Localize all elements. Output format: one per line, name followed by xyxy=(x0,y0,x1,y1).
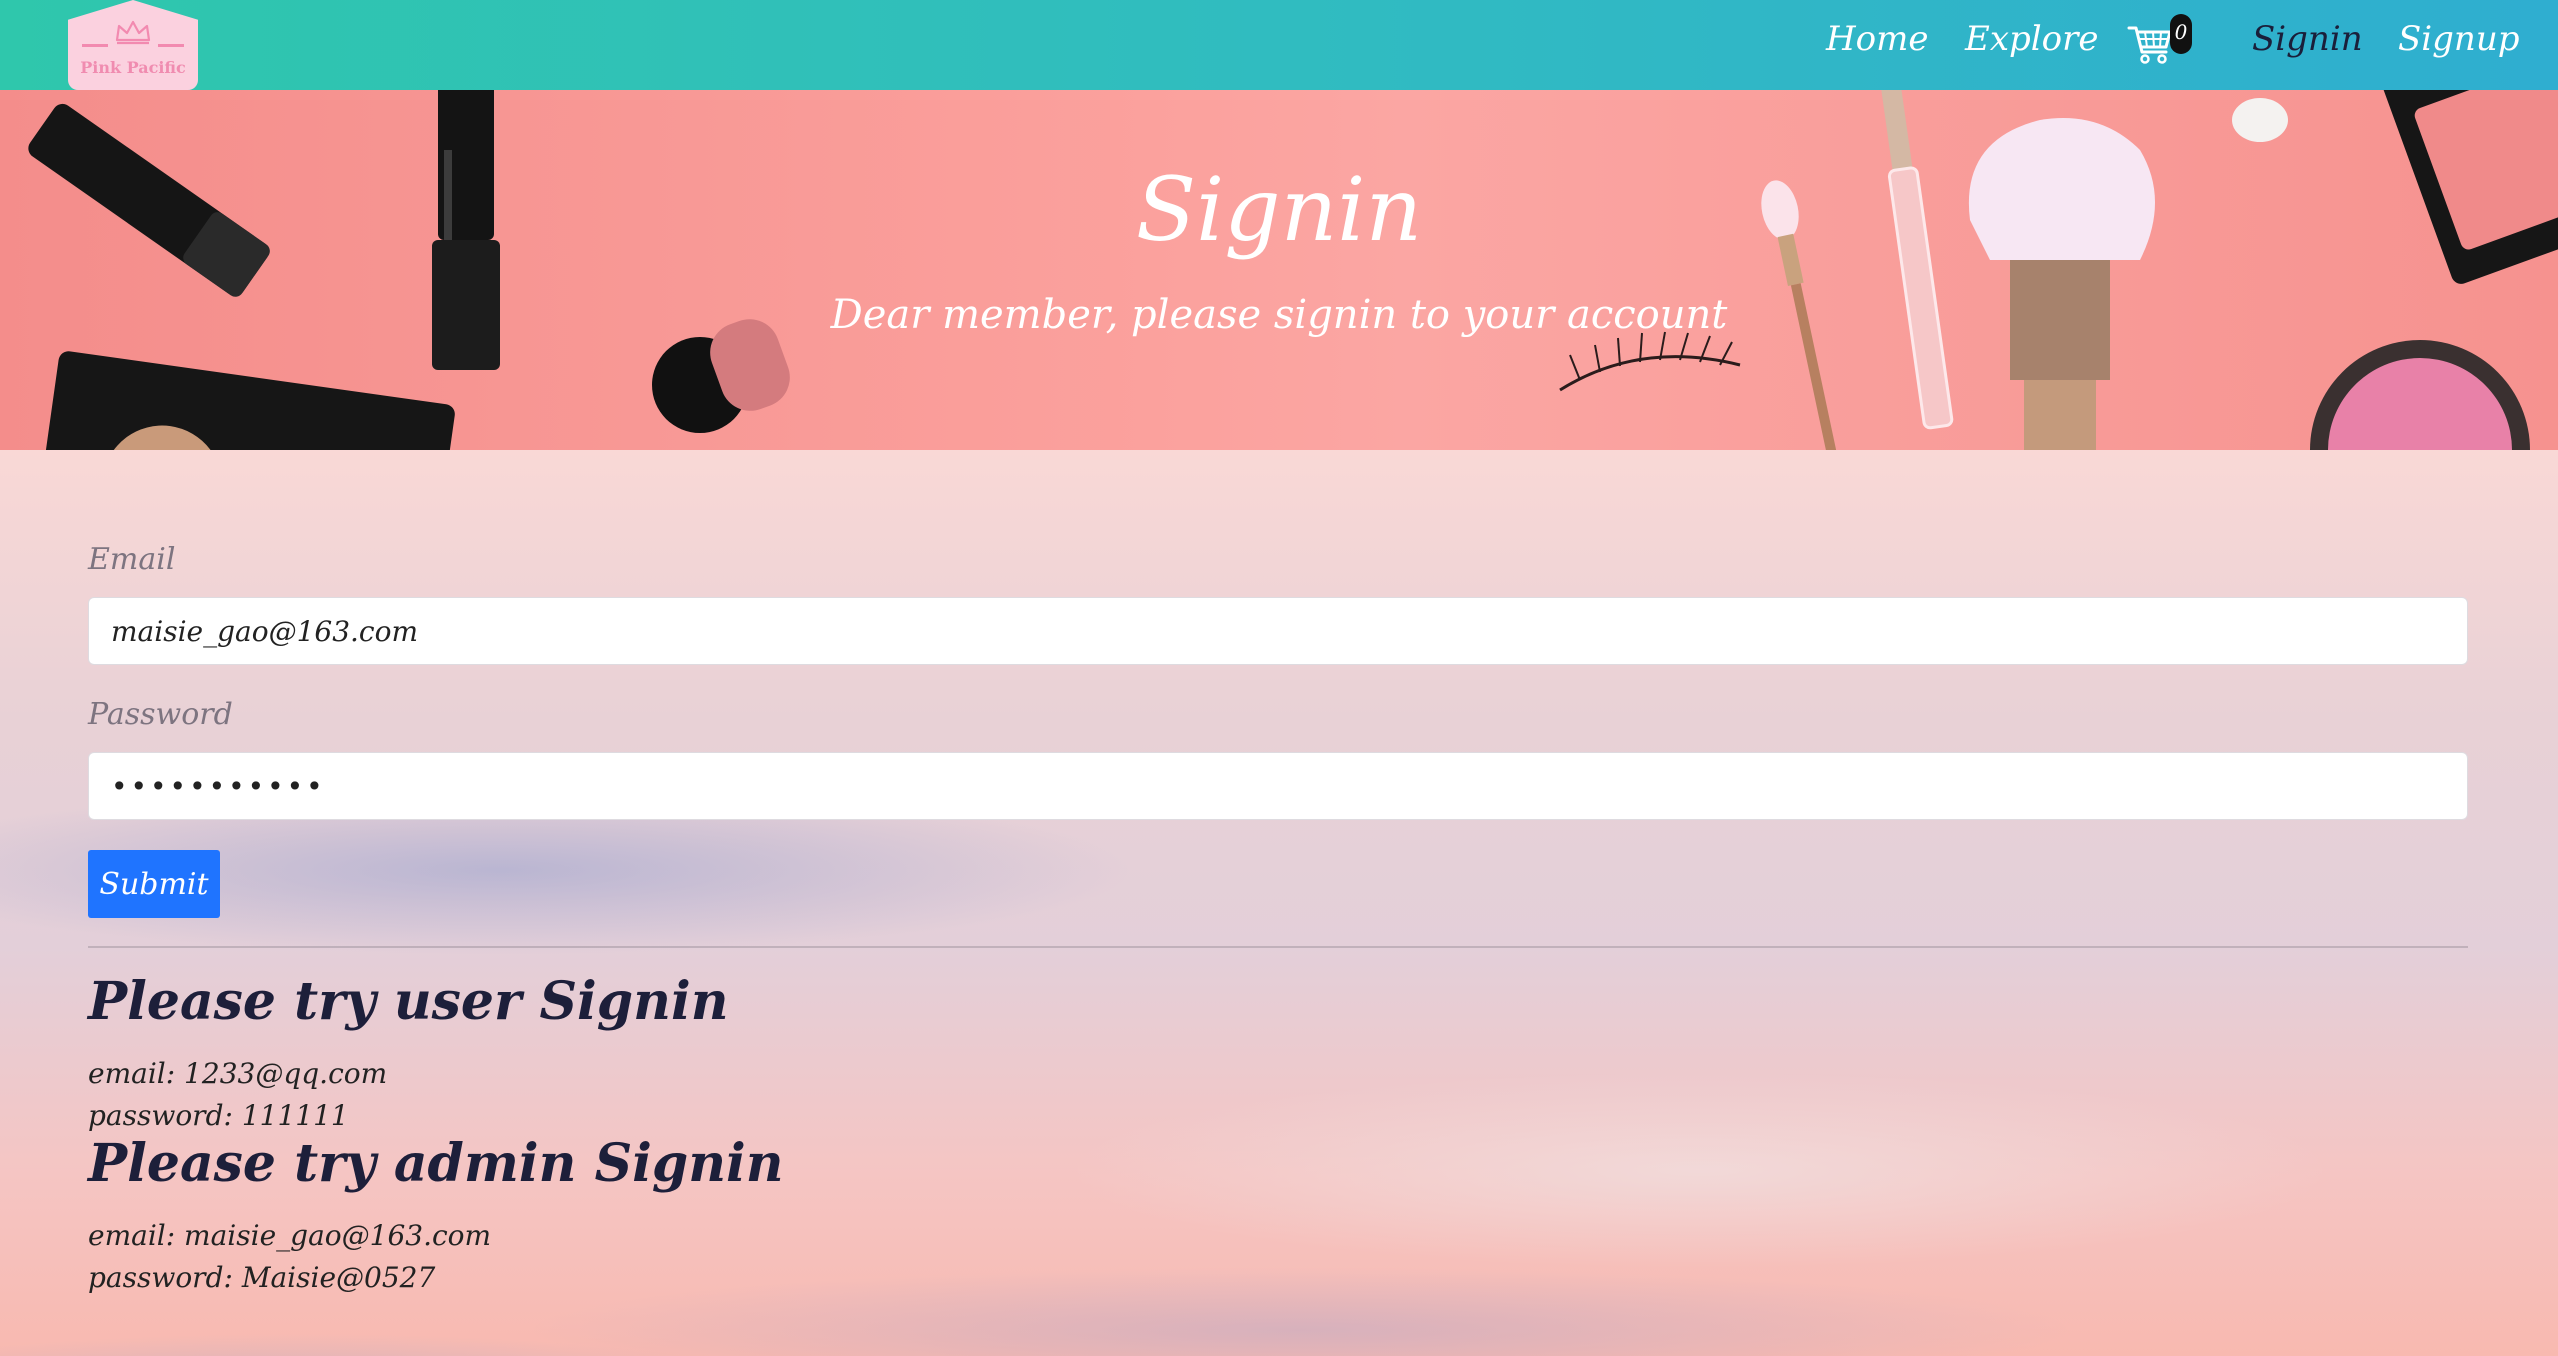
password-input[interactable] xyxy=(88,752,2468,820)
submit-button[interactable]: Submit xyxy=(88,850,220,918)
crown-icon xyxy=(115,20,151,45)
cart-count-badge: 0 xyxy=(2170,14,2192,54)
cart-icon xyxy=(2127,26,2172,64)
cosmetics-decoration xyxy=(28,90,2558,450)
admin-signin-heading: Please try admin Signin xyxy=(88,1133,784,1194)
email-input[interactable] xyxy=(88,597,2468,665)
brand-logo[interactable]: Pink Pacific xyxy=(68,0,198,90)
admin-password-hint: password: Maisie@0527 xyxy=(88,1261,436,1294)
user-signin-heading: Please try user Signin xyxy=(88,971,729,1032)
page-subtitle: Dear member, please signin to your accou… xyxy=(830,292,1728,338)
navbar: Pink Pacific Home Explore 0 Signin Signu… xyxy=(0,0,2558,90)
logo-line-left xyxy=(82,44,108,47)
hero-banner: Signin Dear member, please signin to you… xyxy=(0,90,2558,450)
user-email-hint: email: 1233@qq.com xyxy=(88,1057,388,1090)
nav-signin-link[interactable]: Signin xyxy=(2252,14,2363,64)
logo-line-right xyxy=(158,44,184,47)
divider xyxy=(88,946,2468,948)
cart-link[interactable]: 0 xyxy=(2126,14,2196,74)
brand-name: Pink Pacific xyxy=(80,58,186,77)
nav-signup-link[interactable]: Signup xyxy=(2398,14,2520,64)
page-title: Signin xyxy=(1135,158,1423,261)
email-label: Email xyxy=(88,542,176,577)
admin-email-hint: email: maisie_gao@163.com xyxy=(88,1219,492,1252)
nav-home-link[interactable]: Home xyxy=(1826,14,1928,64)
password-label: Password xyxy=(88,697,233,732)
signin-panel: Email Password Submit Please try user Si… xyxy=(0,450,2558,1356)
nav-explore-link[interactable]: Explore xyxy=(1965,14,2098,64)
user-password-hint: password: 111111 xyxy=(88,1099,349,1132)
